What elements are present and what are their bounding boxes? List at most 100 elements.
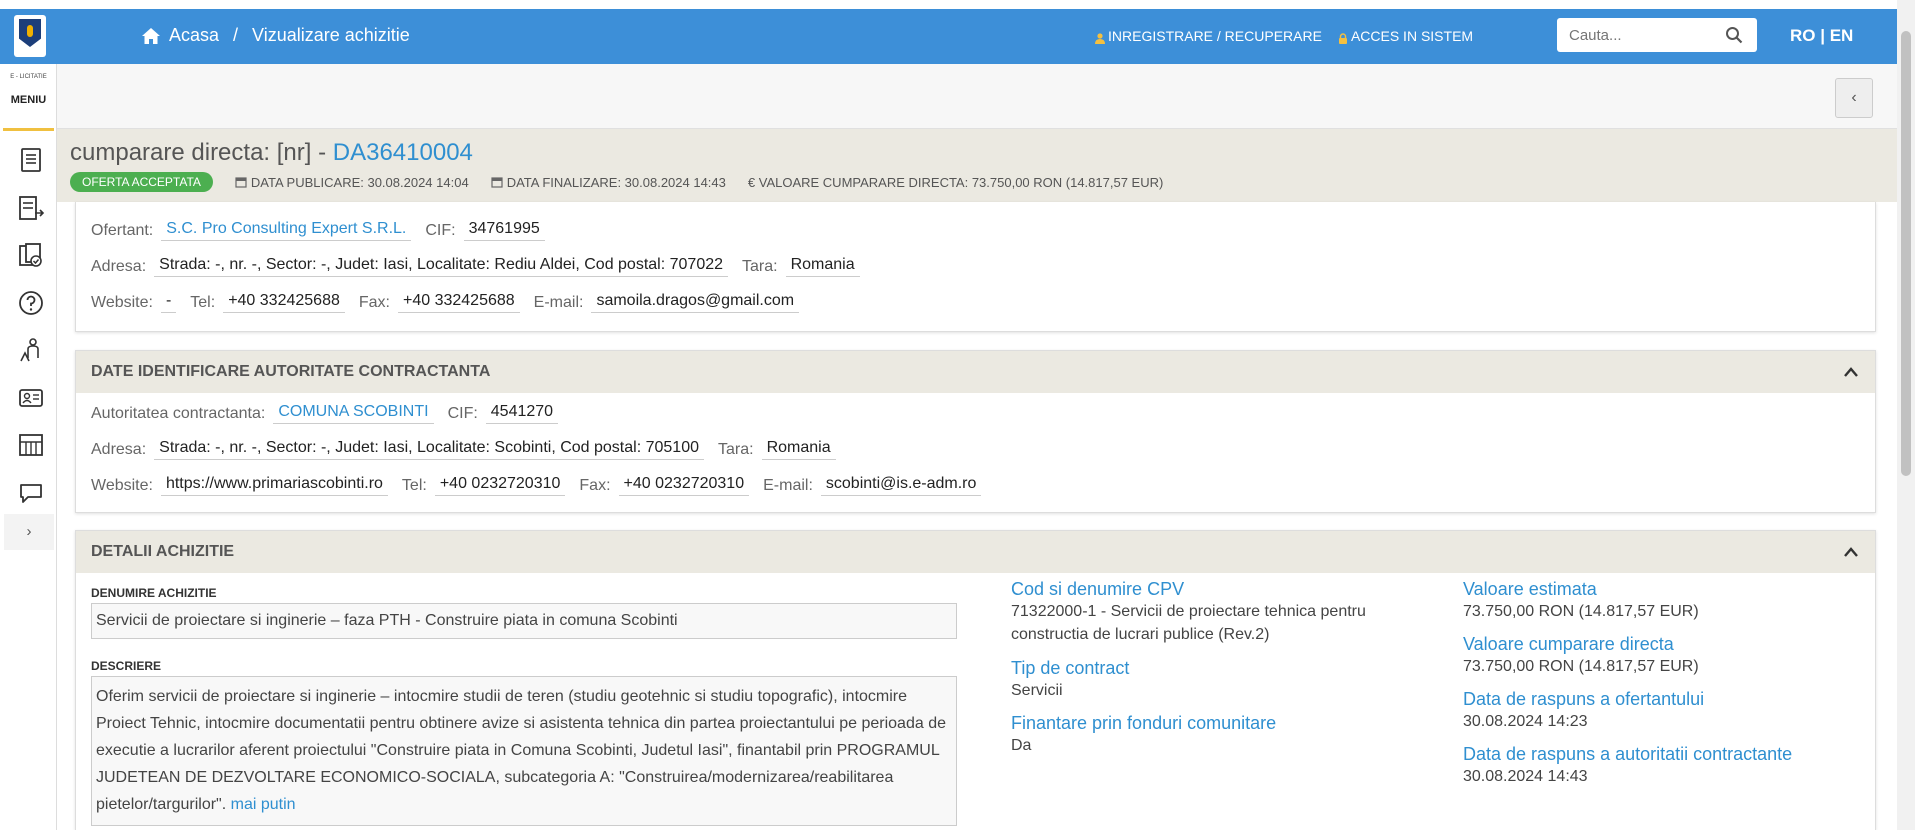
bidder-email-label: E-mail:	[533, 293, 584, 311]
breadcrumb: Acasa / Vizualizare achizitie	[141, 25, 410, 46]
authority-country: Romania	[761, 439, 836, 460]
cpv-block: Cod si denumire CPV 71322000-1 - Servici…	[1011, 579, 1431, 646]
chevron-up-icon[interactable]	[1843, 365, 1859, 377]
register-link[interactable]: INREGISTRARE / RECUPERARE	[1095, 28, 1322, 44]
sidebar-menu-label[interactable]: MENIU	[0, 94, 57, 106]
contract-type-label: Tip de contract	[1011, 658, 1130, 678]
authority-email: scobinti@is.e-adm.ro	[820, 475, 982, 496]
bidder-address: Strada: -, nr. -, Sector: -, Judet: Iasi…	[154, 256, 729, 277]
description-field: Oferim servicii de proiectare si inginer…	[91, 676, 957, 826]
bidder-row-address: Adresa: Strada: -, nr. -, Sector: -, Jud…	[91, 256, 874, 277]
details-panel: DETALII ACHIZITIE DENUMIRE ACHIZITIE Ser…	[75, 530, 1876, 830]
document-list-icon[interactable]	[17, 146, 45, 174]
login-label: ACCES IN SISTEM	[1350, 28, 1474, 44]
bidder-country: Romania	[785, 256, 860, 277]
breadcrumb-home[interactable]: Acasa	[169, 25, 219, 46]
sub-toolbar: ‹	[57, 64, 1897, 129]
bidder-fax: +40 332425688	[397, 292, 520, 313]
direct-value-block: Valoare cumparare directa 73.750,00 RON …	[1463, 634, 1863, 678]
procurement-header: cumparare directa: [nr] - DA36410004 OFE…	[57, 129, 1897, 202]
search-icon[interactable]	[1725, 26, 1743, 44]
authority-tel: +40 0232720310	[434, 475, 566, 496]
search-input[interactable]	[1569, 25, 1719, 45]
export-list-icon[interactable]	[17, 194, 45, 222]
chevron-up-icon[interactable]	[1843, 545, 1859, 557]
finish-date: DATA FINALIZARE: 30.08.2024 14:43	[491, 175, 726, 190]
bidder-email: samoila.dragos@gmail.com	[591, 292, 800, 313]
direct-value-label: Valoare cumparare directa	[1463, 634, 1674, 654]
site-logo[interactable]	[14, 15, 46, 57]
catalog-icon[interactable]	[17, 431, 45, 459]
finish-date-text: DATA FINALIZARE: 30.08.2024 14:43	[506, 174, 726, 190]
bidder-response-block: Data de raspuns a ofertantului 30.08.202…	[1463, 689, 1863, 733]
bidder-name-link[interactable]: S.C. Pro Consulting Expert S.R.L.	[161, 220, 412, 241]
eu-funds-value: Da	[1011, 737, 1032, 754]
estimated-value: 73.750,00 RON (14.817,57 EUR)	[1463, 603, 1699, 620]
authority-website-label: Website:	[91, 476, 153, 494]
authority-name-label: Autoritatea contractanta:	[91, 404, 266, 422]
estimated-value-block: Valoare estimata 73.750,00 RON (14.817,5…	[1463, 579, 1863, 623]
language-switch[interactable]: RO | EN	[1790, 26, 1853, 46]
chat-icon[interactable]	[17, 479, 45, 507]
direct-value: € VALOARE CUMPARARE DIRECTA: 73.750,00 R…	[747, 174, 1164, 190]
breadcrumb-current: Vizualizare achizitie	[252, 25, 410, 45]
bidder-label: Ofertant:	[91, 221, 154, 239]
cpv-label: Cod si denumire CPV	[1011, 579, 1185, 599]
authority-address: Strada: -, nr. -, Sector: -, Judet: Iasi…	[154, 439, 704, 460]
authority-country-label: Tara:	[717, 440, 754, 458]
authority-address-label: Adresa:	[91, 440, 147, 458]
authority-name-link[interactable]: COMUNA SCOBINTI	[273, 403, 434, 424]
authority-tel-label: Tel:	[401, 476, 427, 494]
register-label: INREGISTRARE / RECUPERARE	[1108, 28, 1322, 44]
authority-panel: DATE IDENTIFICARE AUTORITATE CONTRACTANT…	[75, 350, 1876, 513]
details-panel-title: DETALII ACHIZITIE	[91, 543, 235, 560]
eu-funds-block: Finantare prin fonduri comunitare Da	[1011, 713, 1431, 757]
estimated-value-label: Valoare estimata	[1463, 579, 1597, 599]
calendar-icon	[235, 176, 247, 188]
collapse-button[interactable]: ‹	[1835, 78, 1873, 118]
sidebar: E - LICITATIE MENIU ›	[0, 64, 57, 830]
calendar-icon	[491, 176, 503, 188]
user-icon	[1095, 31, 1105, 44]
page-scrollbar[interactable]	[1897, 0, 1915, 830]
authority-fax: +40 0232720310	[618, 475, 750, 496]
authority-row-contact: Website: https://www.primariascobinti.ro…	[91, 475, 995, 496]
authority-response-block: Data de raspuns a autoritatii contractan…	[1463, 744, 1883, 788]
sidebar-expand-button[interactable]: ›	[4, 514, 54, 550]
lock-icon	[1338, 31, 1348, 44]
eu-funds-label: Finantare prin fonduri comunitare	[1011, 713, 1277, 733]
bidder-address-label: Adresa:	[91, 257, 147, 275]
procurement-code: DA36410004	[332, 139, 473, 166]
scrollbar-thumb[interactable]	[1901, 31, 1911, 476]
breadcrumb-separator: /	[233, 25, 239, 45]
authority-row-address: Adresa: Strada: -, nr. -, Sector: -, Jud…	[91, 439, 850, 460]
bidder-cif: 34761995	[463, 220, 545, 241]
bidder-response-date: 30.08.2024 14:23	[1463, 713, 1588, 730]
show-less-link[interactable]: mai putin	[231, 796, 296, 813]
bidder-row-contact: Website: - Tel: +40 332425688 Fax: +40 3…	[91, 292, 813, 313]
authority-fax-label: Fax:	[579, 476, 611, 494]
status-badge: OFERTA ACCEPTATA	[70, 172, 213, 192]
bidder-response-label: Data de raspuns a ofertantului	[1463, 689, 1705, 709]
publish-date-text: DATA PUBLICARE: 30.08.2024 14:04	[250, 174, 469, 190]
help-icon[interactable]	[17, 289, 45, 317]
direct-value-amount: 73.750,00 RON (14.817,57 EUR)	[1463, 658, 1699, 675]
checklist-icon[interactable]	[17, 241, 45, 269]
bidder-website-label: Website:	[91, 293, 153, 311]
login-link[interactable]: ACCES IN SISTEM	[1338, 28, 1473, 44]
sidebar-brand: E - LICITATIE	[10, 74, 47, 80]
authority-panel-header[interactable]: DATE IDENTIFICARE AUTORITATE CONTRACTANT…	[76, 351, 1875, 393]
id-card-icon[interactable]	[17, 384, 45, 412]
bidder-fax-label: Fax:	[358, 293, 390, 311]
details-panel-header[interactable]: DETALII ACHIZITIE	[76, 531, 1875, 573]
authority-response-date: 30.08.2024 14:43	[1463, 768, 1588, 785]
procurement-name-field: Servicii de proiectare si inginerie – fa…	[91, 603, 957, 639]
bidder-website: -	[160, 292, 177, 313]
description-label: DESCRIERE	[91, 659, 162, 673]
page-title: cumparare directa: [nr] - DA36410004	[70, 139, 473, 167]
user-tree-icon[interactable]	[17, 336, 45, 364]
authority-cif: 4541270	[485, 403, 559, 424]
publish-date: DATA PUBLICARE: 30.08.2024 14:04	[235, 175, 469, 190]
top-strip	[0, 0, 1915, 9]
authority-email-label: E-mail:	[763, 476, 813, 494]
